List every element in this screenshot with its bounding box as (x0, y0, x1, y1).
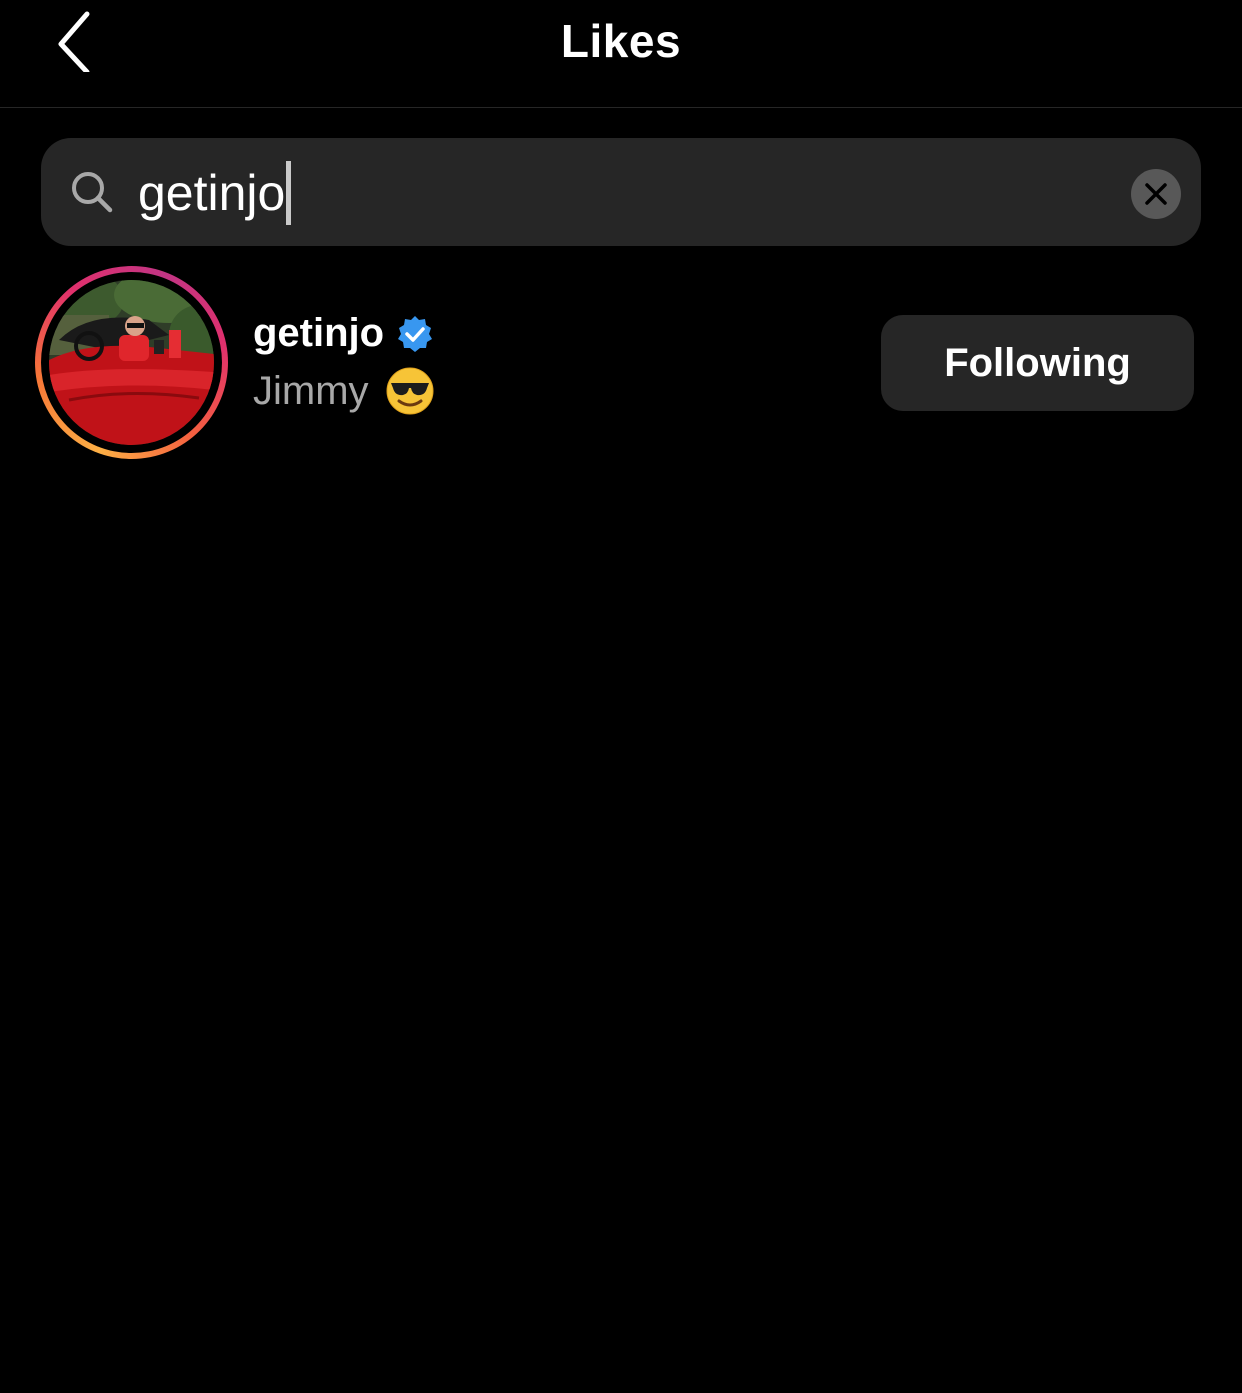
fullname-line: Jimmy (253, 366, 435, 416)
story-ring[interactable] (35, 266, 228, 459)
username[interactable]: getinjo (253, 311, 384, 356)
username-line: getinjo (253, 310, 436, 356)
header-bar: Likes (0, 0, 1242, 108)
clear-icon (1145, 183, 1167, 205)
avatar-photo (49, 280, 214, 445)
search-input-value: getinjo (138, 165, 286, 221)
search-input[interactable]: getinjo (138, 160, 1098, 226)
text-cursor (286, 160, 292, 225)
following-button[interactable]: Following (881, 315, 1194, 411)
list-item[interactable]: getinjo Jimmy Following (0, 262, 1242, 462)
page-title: Likes (560, 15, 682, 67)
verified-badge-icon (398, 316, 433, 352)
clear-search-button[interactable] (1131, 169, 1181, 219)
search-icon (72, 172, 113, 213)
sunglasses-emoji-icon (386, 367, 434, 415)
full-name: Jimmy (253, 368, 369, 413)
avatar[interactable] (49, 280, 214, 445)
